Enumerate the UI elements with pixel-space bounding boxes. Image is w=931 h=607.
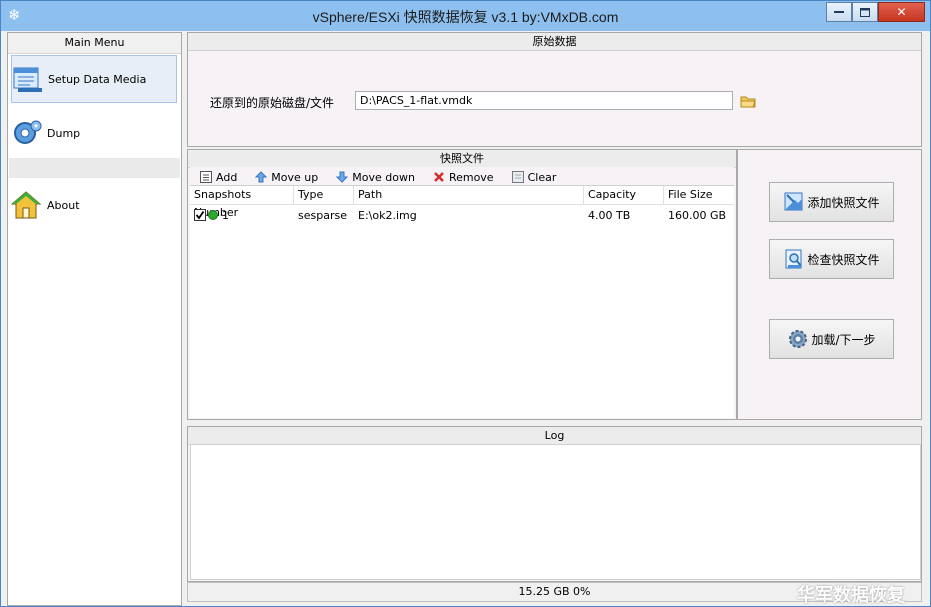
clear-label: Clear	[527, 170, 557, 184]
watermark-text: 华军数据恢复	[797, 585, 905, 606]
close-icon: ✕	[896, 5, 907, 19]
title-bar[interactable]: ❄ vSphere/ESXi 快照数据恢复 v3.1 by:VMxDB.com …	[1, 1, 930, 31]
check-snapshot-file-button[interactable]: 检查快照文件	[769, 239, 894, 279]
sidebar-item-dump[interactable]: Dump	[11, 109, 177, 157]
log-output[interactable]	[190, 444, 921, 580]
column-header-type[interactable]: Type	[294, 186, 354, 204]
snapshot-table: Snapshots Number Type Path Capacity File…	[190, 185, 734, 418]
remove-button[interactable]: Remove	[433, 171, 494, 184]
gear-icon	[14, 120, 42, 144]
main-menu-sidebar: Main Menu Setup Data Media Dump About	[7, 32, 182, 606]
minimize-icon	[834, 11, 844, 13]
gear-icon	[789, 330, 808, 348]
close-button[interactable]: ✕	[878, 2, 925, 22]
sidebar-item-label: About	[47, 198, 80, 212]
minimize-button[interactable]	[826, 2, 852, 22]
maximize-icon	[860, 7, 870, 17]
move-up-button[interactable]: Move up	[255, 171, 318, 184]
move-up-label: Move up	[271, 170, 319, 184]
data-media-icon	[13, 67, 42, 92]
column-header-capacity[interactable]: Capacity	[584, 186, 664, 204]
add-button[interactable]: Add	[200, 171, 237, 184]
row-checkbox[interactable]	[194, 209, 206, 221]
column-header-number[interactable]: Snapshots Number	[190, 186, 294, 219]
sidebar-item-about[interactable]: About	[11, 181, 177, 229]
move-down-label: Move down	[352, 170, 415, 184]
snapshot-path: E:\ok2.img	[358, 208, 417, 222]
snapshot-files-panel: 快照文件 Add Move up Move down Remove Clear	[187, 149, 737, 420]
status-dot-icon	[208, 210, 218, 220]
snapshot-number: 1	[222, 208, 229, 222]
arrow-up-icon	[255, 171, 268, 183]
column-header-file-size[interactable]: File Size	[664, 186, 734, 204]
inspect-file-icon	[785, 249, 803, 269]
maximize-button[interactable]	[852, 2, 878, 22]
load-next-button[interactable]: 加载/下一步	[769, 319, 894, 359]
table-header-row: Snapshots Number Type Path Capacity File…	[190, 186, 734, 219]
sidebar-item-label: Setup Data Media	[48, 72, 147, 86]
app-window: ❄ vSphere/ESXi 快照数据恢复 v3.1 by:VMxDB.com …	[0, 0, 931, 607]
column-header-path[interactable]: Path	[354, 186, 584, 204]
log-panel: Log	[187, 426, 922, 582]
arrow-down-icon	[336, 171, 349, 183]
log-header: Log	[188, 427, 921, 445]
original-data-panel: 原始数据 还原到的原始磁盘/文件	[187, 32, 922, 147]
add-file-icon	[784, 192, 803, 211]
sidebar-item-label: Dump	[47, 126, 81, 140]
window-title: vSphere/ESXi 快照数据恢复 v3.1 by:VMxDB.com	[312, 9, 619, 25]
snapshot-toolbar: Add Move up Move down Remove Clear	[190, 167, 734, 187]
remove-x-icon	[434, 172, 444, 182]
clear-button[interactable]: Clear	[511, 170, 557, 184]
main-menu-header: Main Menu	[8, 33, 181, 54]
load-next-label: 加载/下一步	[811, 332, 876, 347]
original-data-header: 原始数据	[188, 33, 921, 51]
house-icon	[11, 191, 42, 219]
browse-folder-button[interactable]	[739, 93, 757, 109]
move-down-button[interactable]: Move down	[336, 171, 415, 184]
snapshot-type: sesparse	[298, 208, 347, 222]
original-disk-path-input[interactable]	[355, 91, 733, 110]
actions-panel: 添加快照文件 检查快照文件 加载/下一步	[737, 149, 922, 420]
list-icon	[200, 171, 212, 183]
add-label: Add	[216, 170, 238, 184]
folder-icon	[740, 96, 756, 107]
add-snapshot-file-button[interactable]: 添加快照文件	[769, 182, 894, 222]
table-row[interactable]: 1 sesparse E:\ok2.img 4.00 TB 160.00 GB	[190, 205, 734, 225]
check-snapshot-file-label: 检查快照文件	[807, 252, 880, 267]
sidebar-separator	[9, 158, 180, 178]
snapshot-file-size: 160.00 GB	[668, 208, 727, 222]
clear-icon	[511, 171, 524, 183]
original-disk-label: 还原到的原始磁盘/文件	[210, 96, 335, 110]
remove-label: Remove	[448, 170, 494, 184]
snapshot-capacity: 4.00 TB	[588, 208, 631, 222]
sidebar-item-setup-data-media[interactable]: Setup Data Media	[11, 55, 177, 103]
snapshot-files-header: 快照文件	[188, 150, 736, 168]
add-snapshot-file-label: 添加快照文件	[807, 195, 880, 210]
